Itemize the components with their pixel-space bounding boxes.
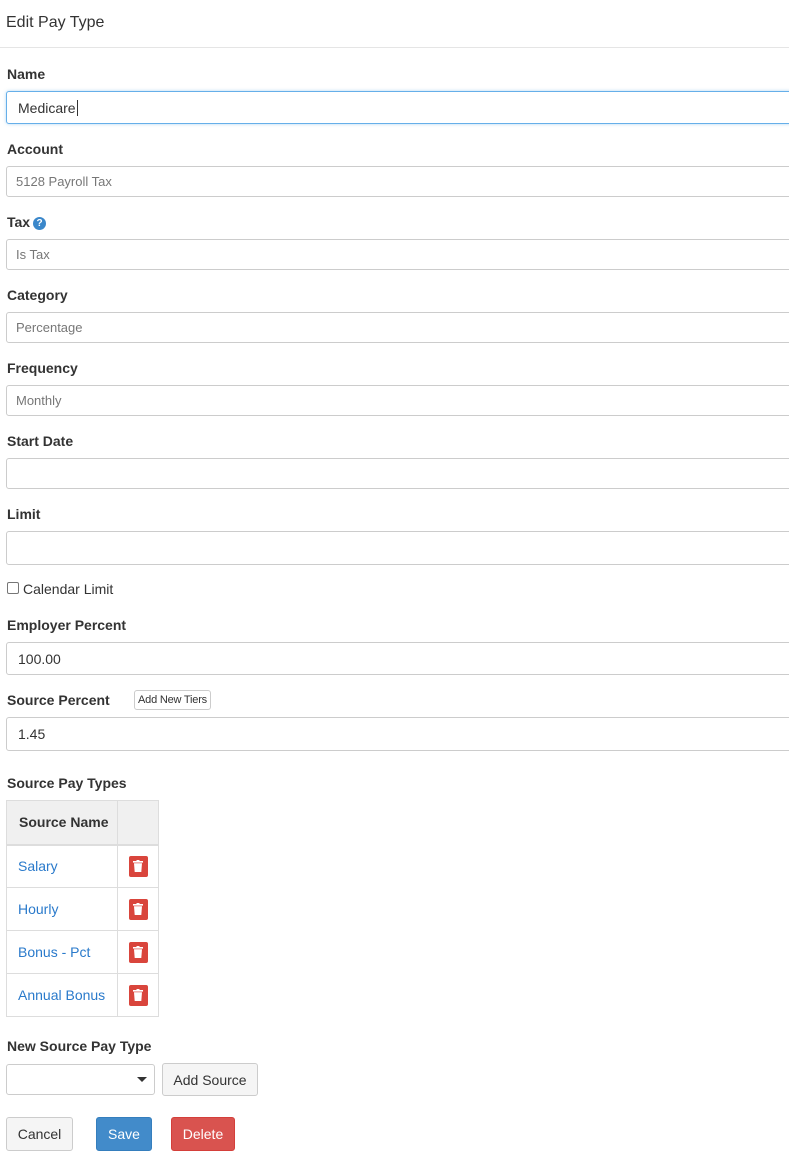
name-value: Medicare	[18, 99, 76, 116]
frequency-label: Frequency	[7, 360, 78, 376]
name-input[interactable]: Medicare	[6, 91, 789, 124]
save-button[interactable]: Save	[96, 1117, 152, 1151]
frequency-field[interactable]: Monthly	[6, 385, 789, 416]
calendar-limit-label: Calendar Limit	[23, 581, 114, 597]
modal-header: Edit Pay Type	[0, 0, 789, 48]
table-row: Hourly	[6, 887, 159, 931]
tax-label: Tax	[7, 214, 31, 230]
limit-label: Limit	[7, 506, 41, 522]
trash-icon[interactable]	[128, 855, 148, 877]
column-header-source-name: Source Name	[6, 800, 118, 846]
action-cell	[117, 887, 159, 931]
start-date-input[interactable]	[6, 458, 789, 489]
text-cursor	[76, 99, 78, 116]
tax-label-row: Tax?	[7, 214, 47, 230]
employer-percent-value: 100.00	[18, 650, 61, 667]
category-label: Category	[7, 287, 68, 303]
source-percent-input[interactable]: 1.45	[6, 717, 789, 751]
trash-icon[interactable]	[128, 941, 148, 963]
new-source-select[interactable]	[6, 1064, 155, 1095]
category-field[interactable]: Percentage	[6, 312, 789, 343]
source-pay-types-table: Source Name Salary Hourly Bonus - Pct An…	[6, 800, 159, 1017]
new-source-label: New Source Pay Type	[7, 1038, 152, 1054]
column-header-actions	[117, 800, 159, 846]
source-pay-types-heading: Source Pay Types	[7, 775, 127, 791]
account-label: Account	[7, 141, 63, 157]
add-source-button[interactable]: Add Source	[162, 1063, 258, 1096]
add-new-tiers-button[interactable]: Add New Tiers	[134, 690, 211, 710]
name-label: Name	[7, 66, 46, 82]
frequency-value: Monthly	[16, 393, 62, 408]
limit-input[interactable]	[6, 531, 789, 565]
action-cell	[117, 844, 159, 888]
employer-percent-input[interactable]: 100.00	[6, 642, 789, 675]
source-name-link[interactable]: Bonus - Pct	[6, 930, 118, 974]
page-title: Edit Pay Type	[6, 14, 105, 31]
calendar-limit-checkbox[interactable]	[7, 582, 19, 594]
category-value: Percentage	[16, 320, 83, 335]
trash-icon[interactable]	[128, 898, 148, 920]
delete-button[interactable]: Delete	[171, 1117, 235, 1151]
source-name-link[interactable]: Annual Bonus	[6, 973, 118, 1017]
account-value: 5128 Payroll Tax	[16, 174, 112, 189]
table-row: Annual Bonus	[6, 973, 159, 1017]
help-icon[interactable]: ?	[33, 217, 47, 230]
source-percent-label: Source Percent	[7, 692, 110, 708]
source-percent-value: 1.45	[18, 726, 46, 742]
action-cell	[117, 973, 159, 1017]
account-field[interactable]: 5128 Payroll Tax	[6, 166, 789, 197]
source-name-link[interactable]: Salary	[6, 844, 118, 888]
table-row: Salary	[6, 844, 159, 888]
employer-percent-label: Employer Percent	[7, 617, 127, 633]
cancel-button[interactable]: Cancel	[6, 1117, 73, 1151]
chevron-down-icon	[137, 1077, 147, 1082]
tax-value: Is Tax	[16, 247, 50, 262]
table-header-row: Source Name	[6, 800, 159, 846]
trash-icon[interactable]	[128, 984, 148, 1006]
start-date-label: Start Date	[7, 433, 74, 449]
source-name-link[interactable]: Hourly	[6, 887, 118, 931]
table-row: Bonus - Pct	[6, 930, 159, 974]
tax-field[interactable]: Is Tax	[6, 239, 789, 270]
action-cell	[117, 930, 159, 974]
